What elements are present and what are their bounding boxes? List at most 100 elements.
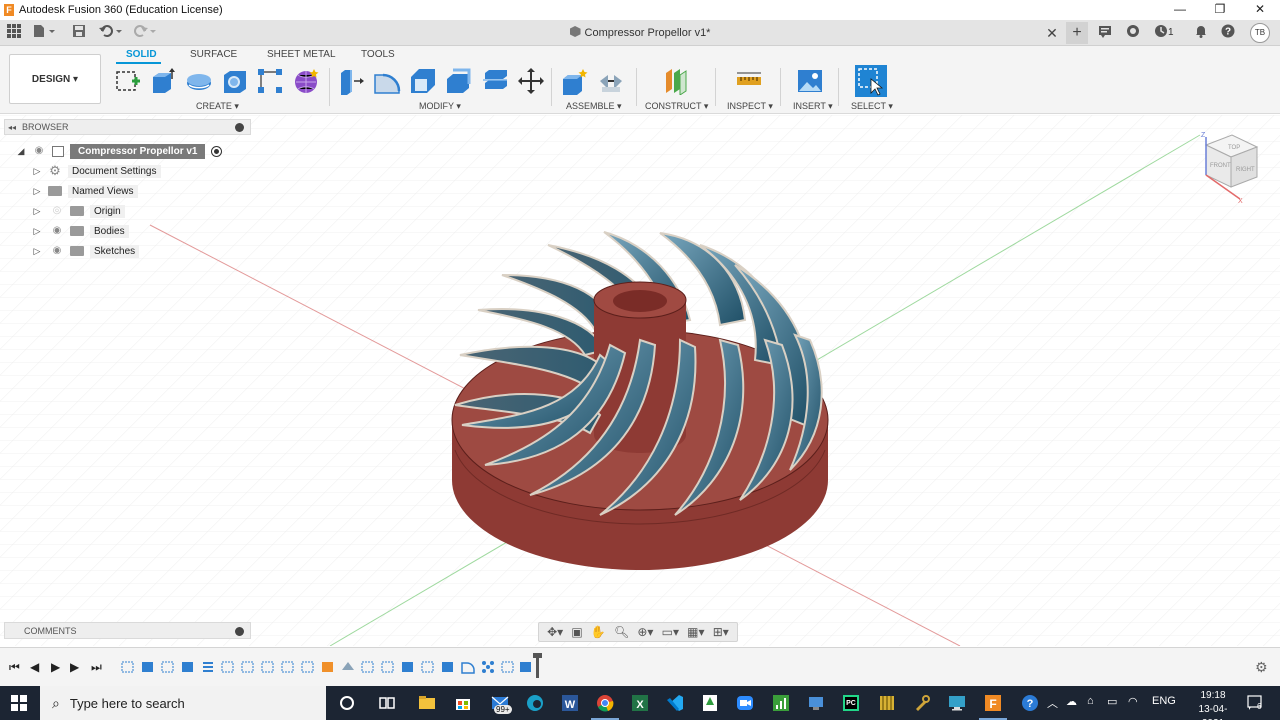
- active-component-radio-icon[interactable]: [211, 145, 223, 157]
- fusion-360-taskbar-icon[interactable]: F: [983, 693, 1003, 713]
- usb-icon[interactable]: ⌂: [1087, 695, 1094, 707]
- action-center-icon[interactable]: 6: [1246, 694, 1264, 712]
- timeline-sketch-icon[interactable]: [241, 660, 255, 674]
- tab-tools[interactable]: TOOLS: [361, 49, 395, 60]
- minimize-button[interactable]: —: [1160, 0, 1200, 20]
- display-settings-icon[interactable]: ▭▾: [662, 625, 679, 639]
- go-to-end-icon[interactable]: ⏭: [91, 660, 102, 675]
- modify-menu[interactable]: MODIFY ▾: [419, 101, 461, 112]
- timeline-sketch-icon[interactable]: [381, 660, 395, 674]
- tree-item-bodies[interactable]: ▷ ◉ Bodies: [32, 222, 129, 240]
- assemble-menu[interactable]: ASSEMBLE ▾: [566, 101, 622, 112]
- orbit-icon[interactable]: ✥▾: [547, 625, 563, 639]
- offset-plane-icon[interactable]: [661, 67, 689, 95]
- timeline-sketch-icon[interactable]: [301, 660, 315, 674]
- tree-item-document-settings[interactable]: ▷ ⚙ Document Settings: [32, 162, 161, 180]
- revolve-icon[interactable]: [185, 67, 213, 95]
- timeline-loft-icon[interactable]: [341, 660, 355, 674]
- timeline-extrude-icon[interactable]: [401, 660, 415, 674]
- timeline-sketch-icon[interactable]: [281, 660, 295, 674]
- play-icon[interactable]: ▶: [51, 660, 60, 674]
- extrude-icon[interactable]: [149, 67, 177, 95]
- go-to-start-icon[interactable]: ⏮: [9, 660, 20, 675]
- help-tray-icon[interactable]: ?: [1020, 693, 1040, 713]
- tree-root[interactable]: ◢ ◉ Compressor Propellor v1: [16, 142, 223, 160]
- edge-browser-icon[interactable]: [525, 693, 545, 713]
- comments-panel-header[interactable]: COMMENTS: [4, 622, 251, 639]
- visibility-eye-icon[interactable]: ◉: [50, 246, 64, 256]
- zoom-app-icon[interactable]: [735, 693, 755, 713]
- step-forward-icon[interactable]: ▶: [70, 660, 79, 674]
- maximize-button[interactable]: ❐: [1200, 0, 1240, 20]
- pycharm-icon[interactable]: PC: [841, 693, 861, 713]
- tree-item-sketches[interactable]: ▷ ◉ Sketches: [32, 242, 140, 260]
- visibility-eye-hidden-icon[interactable]: ◎: [50, 206, 64, 216]
- file-explorer-icon[interactable]: [417, 693, 437, 713]
- canvas-viewport[interactable]: TOP FRONT RIGHT Z X: [0, 115, 1280, 646]
- network-app-icon[interactable]: [806, 693, 826, 713]
- task-view-icon[interactable]: [377, 693, 397, 713]
- document-tab[interactable]: Compressor Propellor v1*: [569, 26, 710, 39]
- excel-icon[interactable]: X: [630, 693, 650, 713]
- tab-sheet-metal[interactable]: SHEET METAL: [267, 49, 336, 60]
- timeline-sketch-icon[interactable]: [121, 660, 135, 674]
- remote-desktop-icon[interactable]: [947, 693, 967, 713]
- insert-image-icon[interactable]: [796, 67, 824, 95]
- pan-hand-icon[interactable]: ✋: [591, 625, 606, 639]
- split-body-icon[interactable]: [481, 67, 509, 95]
- collapse-browser-icon[interactable]: ◂◂: [8, 123, 16, 132]
- circuit-app-icon[interactable]: [877, 693, 897, 713]
- create-menu[interactable]: CREATE ▾: [196, 101, 239, 112]
- windows-start-icon[interactable]: [11, 695, 27, 711]
- show-hidden-icons-icon[interactable]: ︿: [1047, 695, 1058, 711]
- chrome-icon[interactable]: [595, 693, 615, 713]
- timeline-extrude-icon[interactable]: [181, 660, 195, 674]
- help-icon[interactable]: ?: [1219, 24, 1237, 42]
- timeline-sketch-icon[interactable]: [221, 660, 235, 674]
- expand-triangle-icon[interactable]: ▷: [32, 206, 42, 216]
- grid-settings-icon[interactable]: ▦▾: [687, 625, 704, 639]
- microsoft-store-icon[interactable]: [453, 693, 473, 713]
- timeline-construct-icon[interactable]: [321, 660, 335, 674]
- timeline-sketch-icon[interactable]: [421, 660, 435, 674]
- timeline-sketch-icon[interactable]: [361, 660, 375, 674]
- visual-studio-code-icon[interactable]: [665, 693, 685, 713]
- tab-solid[interactable]: SOLID: [126, 49, 157, 60]
- cortana-icon[interactable]: [337, 693, 357, 713]
- zoom-icon[interactable]: 🔍︎: [614, 625, 629, 639]
- expand-triangle-icon[interactable]: ▷: [32, 166, 42, 176]
- inspect-menu[interactable]: INSPECT ▾: [727, 101, 773, 112]
- wifi-icon[interactable]: ◠: [1128, 695, 1138, 708]
- inkscape-icon[interactable]: [700, 693, 720, 713]
- close-tab-button[interactable]: ✕: [1044, 24, 1060, 42]
- design-workspace-button[interactable]: DESIGN ▾: [9, 54, 101, 104]
- timeline-extrude-icon[interactable]: [441, 660, 455, 674]
- timeline-extrude-icon[interactable]: [519, 660, 533, 674]
- extensions-icon[interactable]: [1124, 24, 1142, 42]
- timeline-pattern-icon[interactable]: [481, 660, 495, 674]
- tree-item-named-views[interactable]: ▷ Named Views: [32, 182, 138, 200]
- timeline-marker[interactable]: [533, 653, 542, 678]
- collapse-triangle-icon[interactable]: ◢: [16, 146, 26, 156]
- fillet-icon[interactable]: [373, 67, 401, 95]
- browser-pin-icon[interactable]: [235, 123, 244, 132]
- timeline-sketch-icon[interactable]: [261, 660, 275, 674]
- browser-panel-header[interactable]: ◂◂ BROWSER: [4, 119, 251, 135]
- press-pull-icon[interactable]: [337, 67, 365, 95]
- insert-menu[interactable]: INSERT ▾: [793, 101, 833, 112]
- new-tab-button[interactable]: +: [1066, 22, 1088, 44]
- hole-icon[interactable]: [221, 67, 249, 95]
- redo-icon[interactable]: [130, 24, 158, 42]
- select-icon[interactable]: [855, 65, 887, 97]
- visibility-eye-icon[interactable]: ◉: [50, 226, 64, 236]
- timeline-extrude-icon[interactable]: [141, 660, 155, 674]
- taskbar-clock[interactable]: 19:18 13-04-2021: [1188, 689, 1238, 720]
- project-libre-icon[interactable]: [771, 693, 791, 713]
- tab-surface[interactable]: SURFACE: [190, 49, 237, 60]
- visibility-eye-icon[interactable]: ◉: [32, 146, 46, 156]
- step-back-icon[interactable]: ◀: [30, 660, 39, 674]
- onedrive-icon[interactable]: ☁: [1066, 695, 1077, 708]
- expand-triangle-icon[interactable]: ▷: [32, 186, 42, 196]
- pattern-icon[interactable]: [256, 67, 284, 95]
- construct-menu[interactable]: CONSTRUCT ▾: [645, 101, 708, 112]
